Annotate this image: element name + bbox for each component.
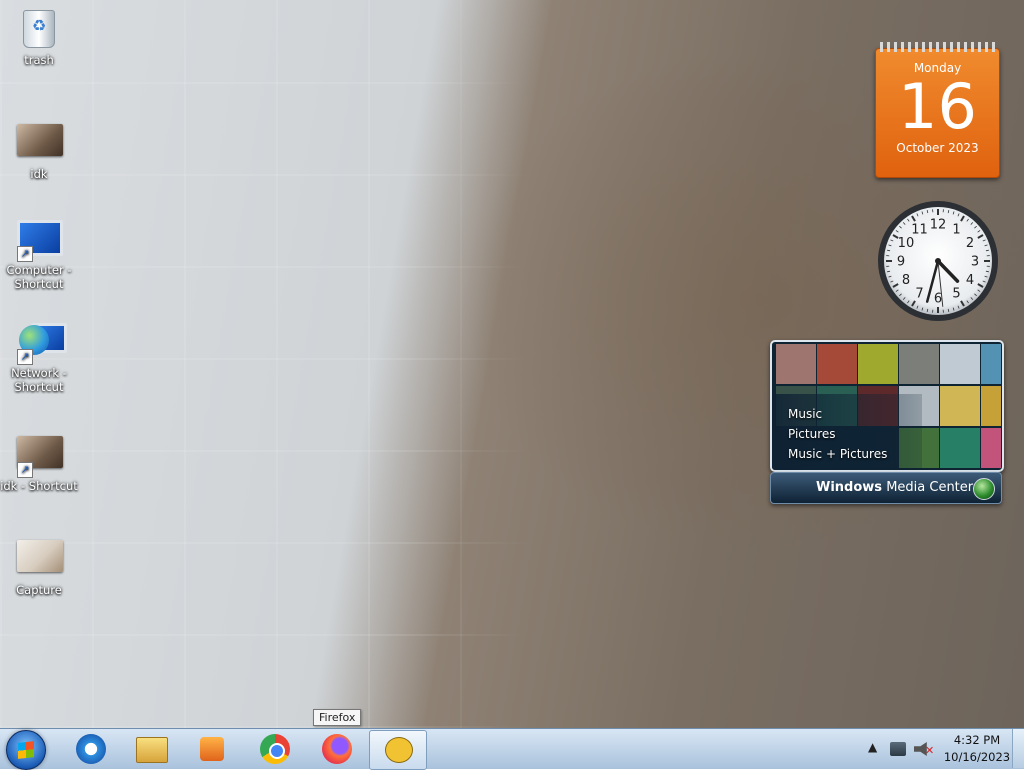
desktop-icon-label: idk <box>0 167 78 181</box>
desktop-icon-label: trash <box>0 53 78 67</box>
calendar-binding <box>880 42 995 52</box>
clock-numeral: 7 <box>915 287 923 302</box>
computer-icon: ↗ <box>17 220 61 260</box>
media-tile <box>940 386 980 426</box>
firefox-icon <box>322 734 352 764</box>
media-tile <box>981 428 1001 468</box>
clock-numeral: 2 <box>966 236 974 251</box>
clock-numeral: 6 <box>934 292 942 307</box>
media-center-gadget[interactable]: Music Pictures Music + Pictures <box>770 340 1004 472</box>
recycle-bin-icon <box>17 10 61 50</box>
clock-numeral: 3 <box>971 255 979 270</box>
network-status-icon[interactable] <box>890 742 906 756</box>
desktop-icon-label: Network - Shortcut <box>0 366 78 394</box>
calendar-month-year: October 2023 <box>876 141 999 155</box>
internet-explorer-icon <box>76 734 106 764</box>
mute-x-icon: ✕ <box>925 744 934 757</box>
desktop-icon-label: idk - Shortcut <box>0 479 78 493</box>
media-tile <box>940 344 980 384</box>
desktop-icon-computer-shortcut[interactable]: ↗ Computer - Shortcut <box>0 218 78 291</box>
clock-numeral: 1 <box>952 222 960 237</box>
clock-numeral: 8 <box>902 273 910 288</box>
shortcut-arrow-icon: ↗ <box>17 462 33 478</box>
shortcut-arrow-icon: ↗ <box>17 349 33 365</box>
media-center-item-music[interactable]: Music <box>788 404 887 424</box>
desktop-icon-label: Capture <box>0 583 78 597</box>
media-center-brand-light: Media Center <box>886 480 973 495</box>
clock-numeral: 10 <box>898 236 915 251</box>
folder-icon <box>136 737 168 763</box>
network-icon: ↗ <box>17 323 61 363</box>
windows-orb-icon <box>973 478 995 500</box>
taskbar-internet-explorer[interactable] <box>62 730 118 768</box>
shortcut-arrow-icon: ↗ <box>17 246 33 262</box>
media-center-launch-bar[interactable]: Windows Media Center <box>770 472 1002 504</box>
clock-numeral: 9 <box>897 255 905 270</box>
taskbar-media-player[interactable] <box>183 730 239 768</box>
taskbar-messenger[interactable] <box>369 730 427 770</box>
calendar-gadget[interactable]: Monday 16 October 2023 <box>875 48 1000 178</box>
desktop-icon-capture[interactable]: Capture <box>0 536 78 597</box>
taskbar-windows-explorer[interactable] <box>122 730 178 768</box>
start-button[interactable] <box>6 730 46 770</box>
clock-gadget[interactable]: 12 12 3 45678 9 1011 <box>876 199 1000 323</box>
tray-time: 4:32 PM <box>938 732 1016 749</box>
image-thumbnail-icon <box>17 540 61 580</box>
clock-numeral: 12 <box>930 218 947 233</box>
image-thumbnail-icon <box>17 124 61 164</box>
media-tile <box>981 386 1001 426</box>
taskbar-tooltip: Firefox <box>313 709 361 726</box>
desktop-icon-trash[interactable]: trash <box>0 8 78 67</box>
media-player-icon <box>200 737 224 761</box>
clock-numeral: 11 <box>911 222 928 237</box>
media-center-brand-bold: Windows <box>816 480 882 495</box>
calendar-day-number: 16 <box>876 75 999 139</box>
clock-numeral: 4 <box>966 273 974 288</box>
taskbar-firefox[interactable] <box>308 730 364 768</box>
clock-center-cap <box>935 258 941 264</box>
media-center-item-pictures[interactable]: Pictures <box>788 424 887 444</box>
taskbar-chrome[interactable] <box>246 730 302 768</box>
media-tile <box>817 344 857 384</box>
speech-bubble-icon <box>385 737 413 763</box>
media-center-item-music-pictures[interactable]: Music + Pictures <box>788 444 887 464</box>
desktop-icon-label: Computer - Shortcut <box>0 263 78 291</box>
desktop-icon-idk[interactable]: idk <box>0 120 78 181</box>
media-tile <box>858 344 898 384</box>
clock-numeral: 5 <box>952 287 960 302</box>
media-tile <box>940 428 980 468</box>
media-tile <box>899 344 939 384</box>
desktop-icon-idk-shortcut[interactable]: ↗ idk - Shortcut <box>0 432 78 493</box>
chrome-icon <box>260 734 290 764</box>
tray-overflow-chevron-icon[interactable]: ▲ <box>868 740 877 754</box>
show-desktop-button[interactable] <box>1012 729 1024 768</box>
media-tile <box>776 344 816 384</box>
tray-clock[interactable]: 4:32 PM 10/16/2023 <box>938 732 1016 766</box>
image-thumbnail-icon: ↗ <box>17 436 61 476</box>
tray-date: 10/16/2023 <box>938 749 1016 766</box>
media-tile <box>981 344 1001 384</box>
desktop-icon-network-shortcut[interactable]: ↗ Network - Shortcut <box>0 321 78 394</box>
